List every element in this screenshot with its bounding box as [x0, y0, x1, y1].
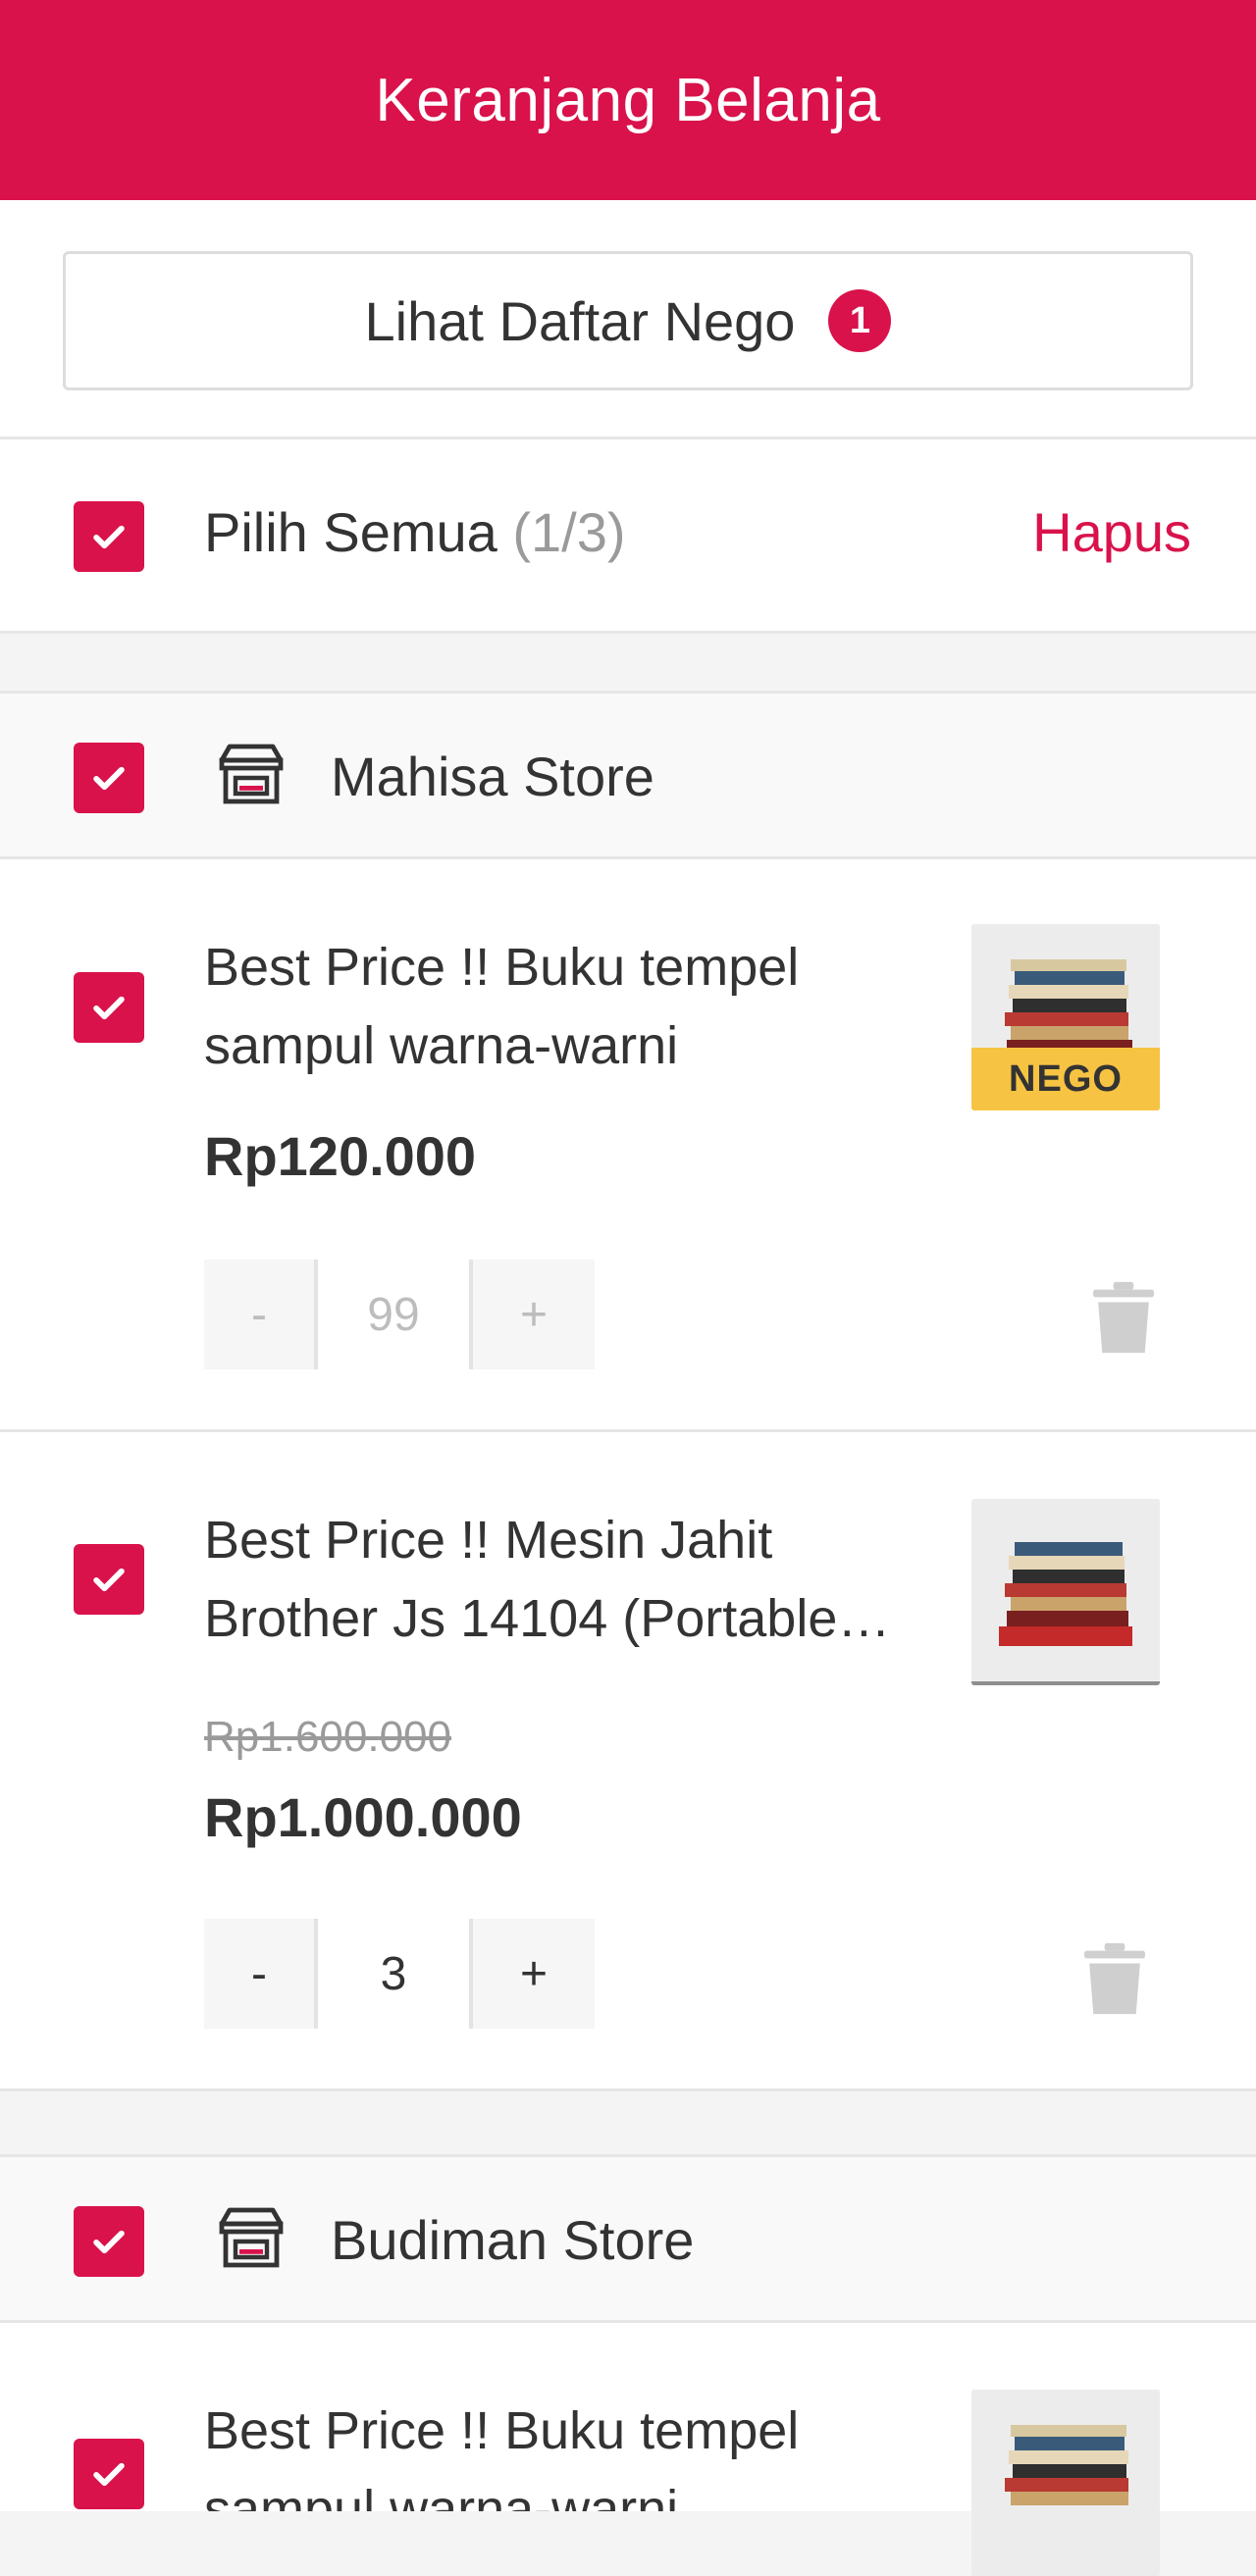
check-icon: [93, 996, 125, 1020]
book-shelf-image: [971, 1499, 1160, 1685]
increase-quantity-button[interactable]: +: [473, 1260, 595, 1369]
trash-icon[interactable]: [1084, 1942, 1145, 2015]
product-price: Rp120.000: [204, 1125, 477, 1187]
delete-selected-button[interactable]: Hapus: [1032, 500, 1191, 564]
select-all-label: Pilih Semua (1/3): [204, 500, 626, 564]
selected-count: (1/3): [512, 501, 626, 563]
original-price: Rp1.600.000: [204, 1713, 451, 1761]
quantity-field[interactable]: 99: [314, 1260, 473, 1369]
select-all-checkbox[interactable]: [74, 501, 144, 572]
select-all-text: Pilih Semua: [204, 501, 497, 563]
quantity-stepper: - 3 +: [204, 1919, 595, 2029]
page-title: Keranjang Belanja: [375, 66, 881, 134]
check-icon: [93, 766, 125, 791]
quantity-field[interactable]: 3: [314, 1919, 473, 2029]
view-nego-list-label: Lihat Daftar Nego: [364, 289, 796, 352]
book-stack-image: [971, 2390, 1160, 2576]
item-checkbox[interactable]: [74, 1544, 144, 1615]
check-icon: [93, 2230, 125, 2254]
item-checkbox[interactable]: [74, 2439, 144, 2509]
increase-quantity-button[interactable]: +: [473, 1919, 595, 2029]
check-icon: [93, 2462, 125, 2487]
trash-icon[interactable]: [1093, 1281, 1154, 1354]
cart-item: Best Price !! Mesin Jahit Brother Js 141…: [0, 1432, 1256, 2091]
product-thumbnail[interactable]: NEGO: [971, 924, 1160, 1110]
store-header: Budiman Store: [0, 2154, 1256, 2323]
product-name[interactable]: Best Price !! Buku tempel sampul warna-w…: [204, 928, 950, 1085]
item-checkbox[interactable]: [74, 972, 144, 1043]
store-name: Mahisa Store: [331, 746, 654, 807]
decrease-quantity-button[interactable]: -: [204, 1919, 314, 2029]
store-icon: [219, 2207, 284, 2268]
store-name: Budiman Store: [331, 2209, 695, 2271]
select-all-row: Pilih Semua (1/3) Hapus: [0, 439, 1256, 634]
store-icon: [219, 744, 284, 804]
product-thumbnail[interactable]: [971, 2390, 1160, 2576]
check-icon: [93, 525, 125, 549]
cart-item: Best Price !! Buku tempel sampul warna-w…: [0, 2323, 1256, 2576]
nego-count-badge: 1: [828, 289, 892, 352]
quantity-stepper: - 99 +: [204, 1260, 595, 1369]
store-checkbox[interactable]: [74, 2206, 144, 2277]
app-header: Keranjang Belanja: [0, 0, 1256, 200]
product-name[interactable]: Best Price !! Mesin Jahit Brother Js 141…: [204, 1501, 950, 1658]
store-checkbox[interactable]: [74, 743, 144, 813]
nego-tag: NEGO: [971, 1048, 1160, 1110]
cart-item: Best Price !! Buku tempel sampul warna-w…: [0, 859, 1256, 1432]
product-price: Rp1.000.000: [204, 1786, 522, 1848]
check-icon: [93, 1568, 125, 1592]
product-name[interactable]: Best Price !! Buku tempel sampul warna-w…: [204, 2392, 950, 2511]
nego-section: Lihat Daftar Nego 1: [0, 200, 1256, 439]
decrease-quantity-button[interactable]: -: [204, 1260, 314, 1369]
product-thumbnail[interactable]: [971, 1499, 1160, 1685]
store-header: Mahisa Store: [0, 691, 1256, 859]
view-nego-list-button[interactable]: Lihat Daftar Nego 1: [63, 251, 1193, 390]
